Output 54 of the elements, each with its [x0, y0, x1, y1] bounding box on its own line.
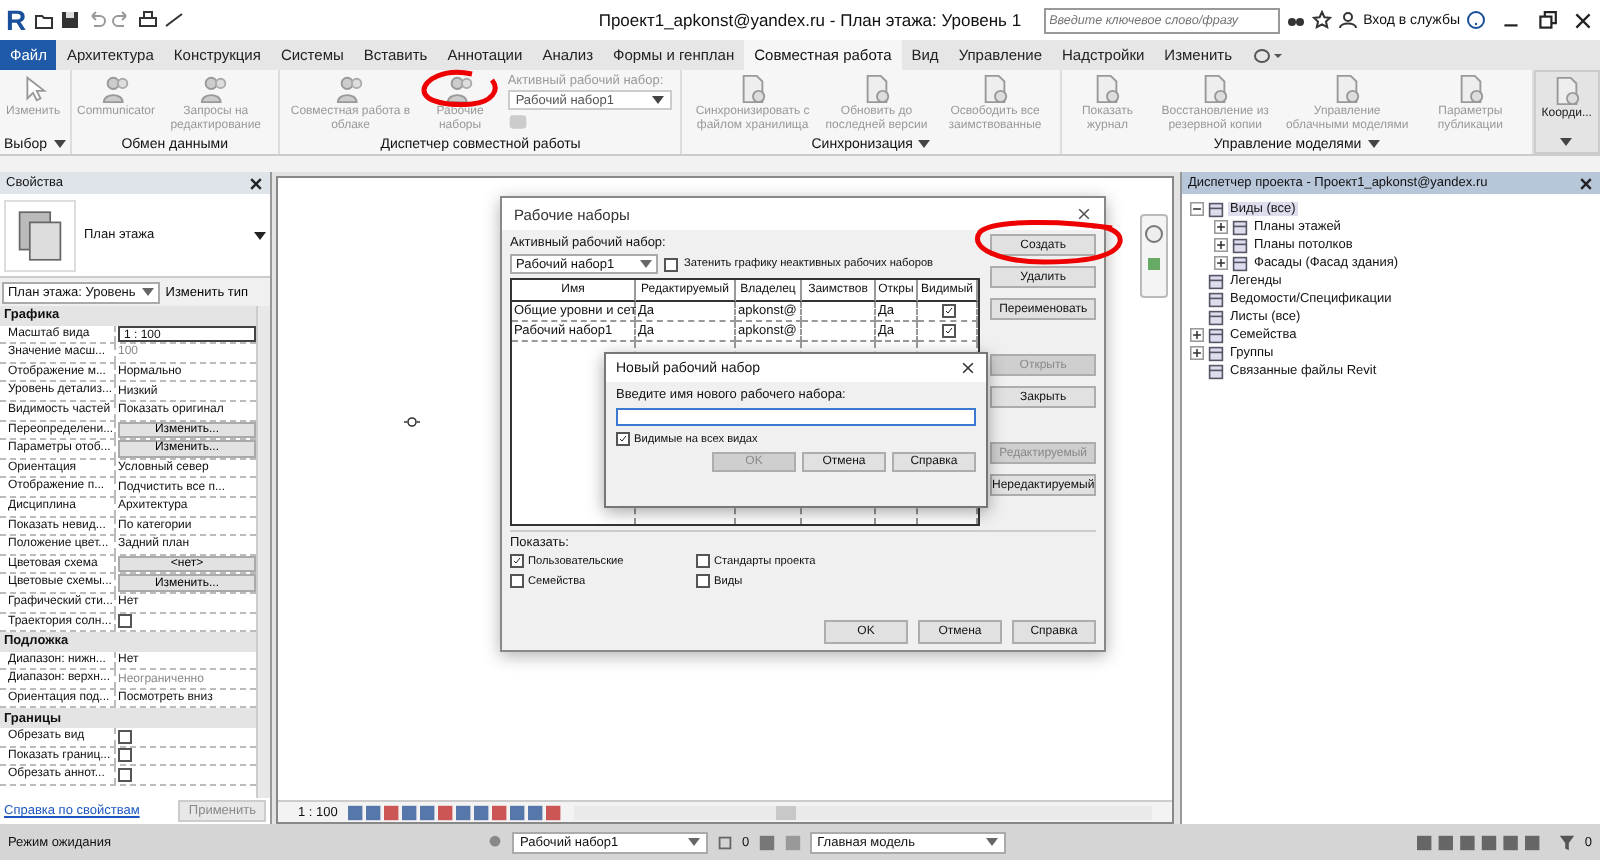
expand-toggle-icon[interactable]	[1190, 328, 1204, 342]
checkbox[interactable]	[118, 614, 132, 629]
checkbox[interactable]	[118, 768, 132, 783]
user-icon[interactable]	[1337, 10, 1358, 30]
checkbox[interactable]	[941, 324, 955, 338]
close-icon[interactable]	[248, 175, 264, 191]
table-cell	[802, 302, 876, 322]
caret-icon	[652, 96, 665, 104]
scrollbar[interactable]	[573, 805, 1152, 819]
caret-icon[interactable]	[53, 140, 65, 148]
checkbox[interactable]	[696, 554, 710, 568]
expand-toggle-icon[interactable]	[1214, 220, 1228, 234]
crosshair-icon	[404, 414, 420, 430]
checkbox[interactable]	[118, 729, 132, 744]
close-icon[interactable]	[960, 360, 976, 376]
caret-icon	[640, 260, 652, 268]
checkbox[interactable]	[941, 304, 955, 318]
checkbox[interactable]	[510, 574, 524, 588]
caret-icon	[985, 838, 998, 846]
node-icon	[1208, 201, 1224, 217]
close-icon[interactable]	[1076, 206, 1092, 222]
star-icon[interactable]	[1311, 10, 1332, 30]
help-icon[interactable]	[1466, 10, 1486, 30]
checkbox[interactable]	[510, 554, 524, 568]
save-icon[interactable]	[60, 10, 80, 30]
folder-icon[interactable]	[34, 10, 54, 30]
view-controls-drawing[interactable]	[345, 803, 566, 821]
caret-icon	[688, 838, 700, 846]
close-icon[interactable]	[1578, 175, 1594, 191]
caret-icon[interactable]	[1367, 140, 1380, 148]
checkbox[interactable]	[616, 432, 630, 446]
name-input-field[interactable]	[616, 408, 976, 426]
caret-icon[interactable]	[918, 140, 931, 148]
expand-toggle-icon[interactable]	[1190, 202, 1204, 216]
expand-toggle-icon[interactable]	[1214, 238, 1228, 252]
document-icon	[1551, 76, 1582, 106]
navigation-bar[interactable]	[1140, 214, 1168, 298]
expand-toggle-icon[interactable]	[1190, 346, 1204, 360]
checkbox[interactable]	[696, 574, 710, 588]
restore-icon[interactable]	[1536, 9, 1558, 31]
filter-icon[interactable]	[1558, 833, 1577, 851]
caret-icon[interactable]	[254, 231, 266, 239]
caret-icon[interactable]	[1560, 138, 1573, 146]
caret-icon	[141, 288, 154, 296]
panel-toggle-icon[interactable]	[1254, 47, 1283, 63]
floor-plan-icon	[4, 199, 76, 271]
checkbox[interactable]	[118, 748, 132, 763]
expand-toggle-icon[interactable]	[1214, 256, 1228, 270]
close-icon[interactable]	[1572, 9, 1594, 31]
app-logo[interactable]: R	[6, 4, 28, 36]
window-title: Проект1_apkonst@yandex.ru - План этажа: Уровень 1	[598, 10, 1022, 30]
scrollbar[interactable]	[256, 306, 270, 798]
print-icon[interactable]	[138, 10, 158, 30]
checkbox[interactable]	[664, 257, 678, 271]
